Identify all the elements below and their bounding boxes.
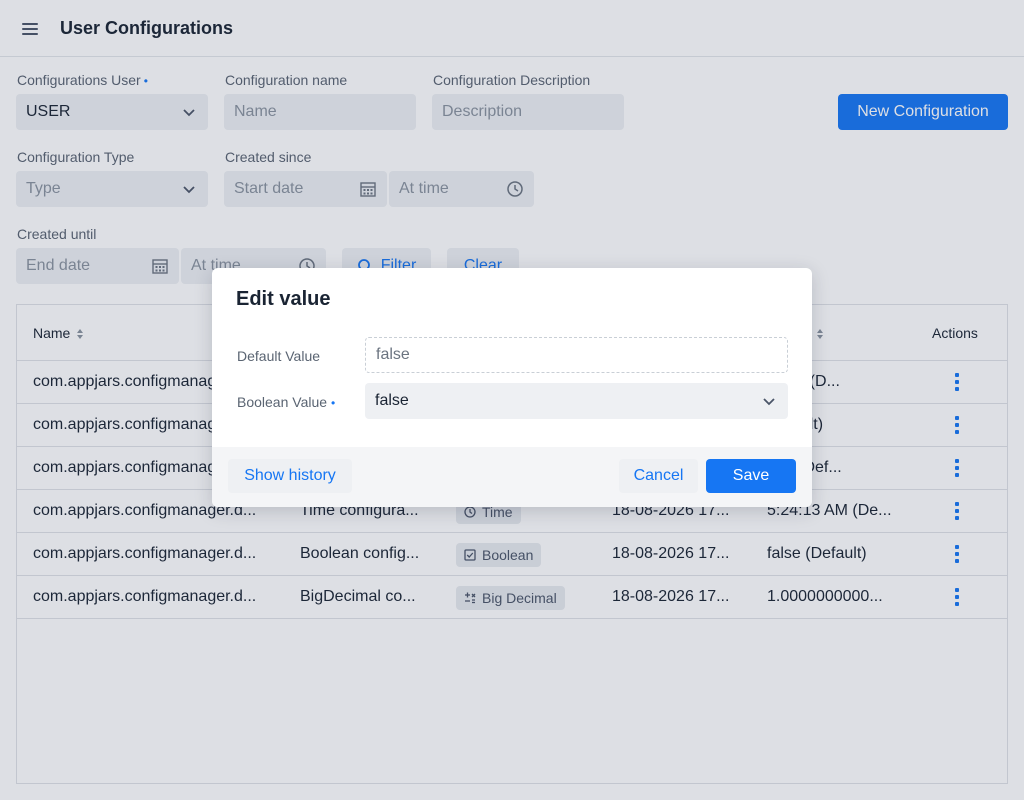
dialog-title: Edit value	[236, 288, 331, 310]
boolean-value-label: Boolean Value •	[237, 394, 336, 410]
edit-value-dialog: Edit value Default Value false Boolean V…	[212, 268, 812, 507]
required-indicator: •	[331, 396, 336, 410]
dialog-footer: Show history Cancel Save	[212, 447, 812, 507]
show-history-button[interactable]: Show history	[228, 459, 352, 493]
default-value-field: false	[365, 337, 788, 373]
chevron-down-icon	[763, 398, 775, 406]
boolean-value-selected: false	[375, 392, 409, 409]
app-root: User Configurations Configurations User •…	[0, 0, 1024, 800]
cancel-button[interactable]: Cancel	[619, 459, 698, 493]
save-button[interactable]: Save	[706, 459, 796, 493]
boolean-value-select[interactable]: false	[365, 383, 788, 419]
default-value-label: Default Value	[237, 348, 321, 364]
